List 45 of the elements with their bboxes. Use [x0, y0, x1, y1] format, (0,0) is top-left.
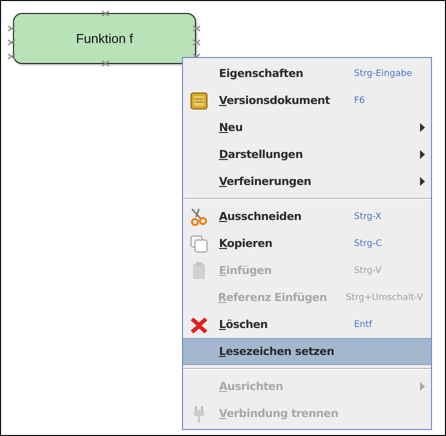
shortcut-label: Entf	[354, 320, 372, 330]
cross-icon	[189, 314, 209, 334]
connection-point-icon	[7, 53, 16, 60]
connection-point-icon	[192, 39, 201, 46]
shortcut-label: Strg-Eingabe	[354, 68, 412, 78]
menu-item-label: Neu	[219, 121, 244, 134]
menu-item-label: Kopieren	[219, 237, 274, 250]
menu-item[interactable]: Darstellungen	[183, 141, 431, 168]
connection-point-icon	[7, 25, 16, 32]
menu-item-label: Einfügen	[219, 264, 273, 277]
menu-item-label: Referenz Einfügen	[218, 291, 328, 304]
node-label: Funktion f	[76, 31, 134, 46]
menu-item[interactable]: Verfeinerungen	[183, 168, 431, 195]
submenu-arrow-icon	[420, 123, 425, 132]
function-node[interactable]: Funktion f	[13, 13, 196, 64]
menu-item-label: Lesezeichen setzen	[219, 345, 336, 358]
connection-point-icon	[192, 25, 201, 32]
menu-item-label: Ausschneiden	[219, 210, 302, 223]
menu-item-label: Ausrichten	[219, 380, 284, 393]
menu-item-label: Löschen	[219, 318, 269, 331]
copy-icon	[189, 234, 209, 254]
menu-item[interactable]: Ausschneiden Strg-X	[183, 203, 431, 230]
shortcut-label: Strg-V	[354, 266, 382, 276]
connection-point-icon	[7, 39, 16, 46]
menu-item-label: Eigenschaften	[219, 67, 304, 80]
menu-item[interactable]: Lesezeichen setzen	[183, 338, 431, 365]
menu-item[interactable]: Kopieren Strg-C	[183, 230, 431, 257]
connection-point-icon	[101, 60, 110, 67]
scissors-icon	[189, 206, 209, 226]
menu-item-label: Darstellungen	[219, 148, 304, 161]
submenu-arrow-icon	[420, 150, 425, 159]
menu-item[interactable]: Neu	[183, 114, 431, 141]
shortcut-label: Strg+Umschalt-V	[346, 292, 423, 302]
menu-item-label: Verbindung trennen	[219, 407, 340, 420]
menu-item[interactable]: Versionsdokument F6	[183, 87, 431, 114]
connection-point-icon	[101, 10, 110, 17]
shortcut-label: Strg-C	[354, 238, 382, 248]
scroll-icon	[189, 90, 209, 110]
shortcut-label: F6	[354, 96, 365, 106]
menu-item-label: Versionsdokument	[219, 94, 331, 107]
menu-item[interactable]: Löschen Entf	[183, 311, 431, 338]
menu-item-label: Verfeinerungen	[219, 175, 312, 188]
submenu-arrow-icon	[420, 382, 425, 391]
submenu-arrow-icon	[420, 177, 425, 186]
shortcut-label: Strg-X	[354, 212, 382, 222]
